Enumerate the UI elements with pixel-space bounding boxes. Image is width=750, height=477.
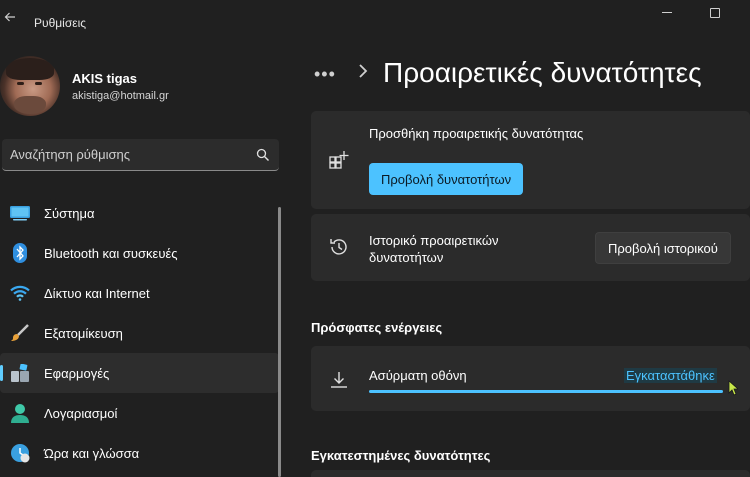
minimize-button[interactable] xyxy=(662,12,672,13)
sidebar-item-apps[interactable]: Εφαρμογές xyxy=(0,353,279,393)
sidebar-item-label: Εξατομίκευση xyxy=(44,326,123,341)
user-email: akistiga@hotmail.gr xyxy=(72,90,169,102)
sidebar-scrollbar[interactable] xyxy=(278,207,281,477)
install-status: Εγκαταστάθηκε xyxy=(624,368,717,383)
bluetooth-icon xyxy=(10,243,30,263)
history-card: Ιστορικό προαιρετικών δυνατοτήτων Προβολ… xyxy=(311,214,750,281)
apps-icon xyxy=(10,363,30,383)
chevron-right-icon xyxy=(358,62,368,85)
sidebar-item-label: Λογαριασμοί xyxy=(44,406,118,421)
add-app-icon xyxy=(329,151,349,169)
sidebar-item-label: Εφαρμογές xyxy=(44,366,110,381)
wifi-icon xyxy=(10,283,30,303)
recent-actions-heading: Πρόσφατες ενέργειες xyxy=(311,320,443,335)
sidebar-item-network[interactable]: Δίκτυο και Internet xyxy=(0,273,279,313)
breadcrumb-overflow[interactable]: ••• xyxy=(314,64,336,85)
search-icon[interactable] xyxy=(256,148,270,162)
add-feature-card: Προσθήκη προαιρετικής δυνατότητας Προβολ… xyxy=(311,111,750,209)
account-icon xyxy=(10,403,30,423)
install-progress-bar xyxy=(369,390,723,393)
time-language-icon xyxy=(10,443,30,463)
sidebar-item-system[interactable]: Σύστημα xyxy=(0,193,279,233)
title-bar: Ρυθμίσεις xyxy=(0,0,750,40)
arrow-left-icon xyxy=(4,12,15,22)
installed-features-list xyxy=(311,470,750,477)
sidebar-item-label: Ώρα και γλώσσα xyxy=(44,446,140,461)
back-button[interactable] xyxy=(0,6,20,28)
recent-action-item: Ασύρματη οθόνη Εγκαταστάθηκε xyxy=(311,346,750,411)
feature-name: Ασύρματη οθόνη xyxy=(369,368,467,383)
mouse-cursor-icon xyxy=(728,380,738,396)
sidebar-item-time-language[interactable]: Ώρα και γλώσσα xyxy=(0,433,279,473)
installed-features-heading: Εγκατεστημένες δυνατότητες xyxy=(311,448,491,463)
sidebar-item-personalization[interactable]: Εξατομίκευση xyxy=(0,313,279,353)
sidebar-item-label: Δίκτυο και Internet xyxy=(44,286,150,301)
history-label: Ιστορικό προαιρετικών δυνατοτήτων xyxy=(369,233,499,265)
add-feature-label: Προσθήκη προαιρετικής δυνατότητας xyxy=(369,126,584,141)
sidebar-item-label: Bluetooth και συσκευές xyxy=(44,246,178,261)
brush-icon xyxy=(10,323,30,343)
sidebar-item-accounts[interactable]: Λογαριασμοί xyxy=(0,393,279,433)
page-title: Προαιρετικές δυνατότητες xyxy=(383,57,702,88)
user-name: AKIS tigas xyxy=(72,71,138,86)
maximize-button[interactable] xyxy=(710,8,720,18)
sidebar-item-bluetooth[interactable]: Bluetooth και συσκευές xyxy=(0,233,279,273)
download-icon xyxy=(331,372,347,388)
sidebar-nav: Σύστημα Bluetooth και συσκευές Δίκτυο κα… xyxy=(0,193,279,473)
history-icon xyxy=(330,239,347,255)
app-title: Ρυθμίσεις xyxy=(34,16,87,30)
selection-indicator xyxy=(0,365,3,381)
search-input[interactable] xyxy=(2,139,242,170)
search-box[interactable] xyxy=(2,139,279,171)
view-history-button[interactable]: Προβολή ιστορικού xyxy=(595,232,731,264)
sidebar-item-label: Σύστημα xyxy=(44,206,95,221)
view-features-button[interactable]: Προβολή δυνατοτήτων xyxy=(369,163,524,195)
avatar[interactable] xyxy=(0,56,60,116)
system-icon xyxy=(10,203,30,223)
